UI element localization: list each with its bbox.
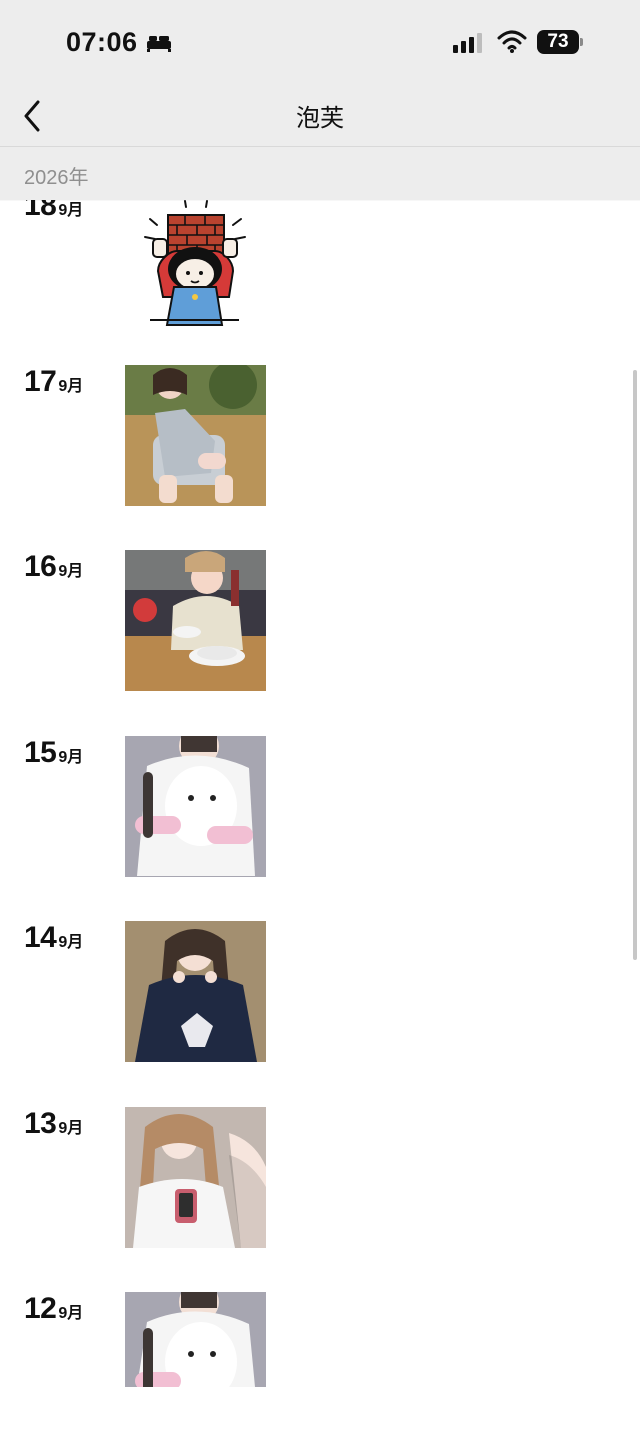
- battery-cap: [580, 38, 583, 46]
- signal-icon: [453, 33, 482, 53]
- day-number: 16: [24, 550, 57, 583]
- post-thumbnail[interactable]: [125, 1107, 266, 1248]
- post-thumbnail[interactable]: [125, 1292, 266, 1387]
- header: 07:06 73 泡芙 2026年: [0, 0, 640, 200]
- month-label: 9月: [58, 378, 84, 395]
- list-item[interactable]: 13 9月: [0, 1107, 640, 1257]
- date-label: 13 9月: [24, 1107, 83, 1141]
- status-time: 07:06: [66, 27, 138, 57]
- month-label: 9月: [58, 563, 84, 580]
- photo-image: [125, 1292, 266, 1387]
- day-number: 13: [24, 1107, 57, 1140]
- month-label: 9月: [58, 1120, 84, 1137]
- date-label: 14 9月: [24, 921, 83, 955]
- year-header: 2026年: [0, 147, 640, 200]
- wifi-icon: [497, 30, 527, 53]
- list-item[interactable]: 12 9月: [0, 1292, 640, 1442]
- post-thumbnail[interactable]: [125, 550, 266, 691]
- post-thumbnail[interactable]: [125, 365, 266, 506]
- day-number: 14: [24, 921, 57, 954]
- cartoon-image: [125, 189, 266, 330]
- date-label: 17 9月: [24, 365, 83, 399]
- month-label: 9月: [58, 934, 84, 951]
- photo-image: [125, 921, 266, 1062]
- date-label: 16 9月: [24, 550, 83, 584]
- list-item[interactable]: 17 9月: [0, 365, 640, 515]
- list-item[interactable]: 18 9月: [0, 189, 640, 339]
- list-item[interactable]: 14 9月: [0, 921, 640, 1071]
- moments-feed[interactable]: 18 9月 17 9月 16 9月 15 9月 14 9月 13 9月 12 9…: [0, 0, 640, 1387]
- photo-image: [125, 736, 266, 877]
- photo-image: [125, 550, 266, 691]
- status-bar: 07:06 73: [0, 0, 640, 86]
- day-number: 12: [24, 1292, 57, 1325]
- post-thumbnail[interactable]: [125, 736, 266, 877]
- year-label: 2026年: [24, 167, 89, 189]
- post-thumbnail[interactable]: [125, 921, 266, 1062]
- day-number: 17: [24, 365, 57, 398]
- month-label: 9月: [58, 749, 84, 766]
- month-label: 9月: [58, 202, 84, 219]
- day-number: 15: [24, 736, 57, 769]
- post-thumbnail[interactable]: [125, 189, 266, 330]
- battery-icon: 73: [537, 30, 585, 54]
- bed-icon: [147, 36, 171, 52]
- scrollbar[interactable]: [633, 370, 637, 960]
- month-label: 9月: [58, 1305, 84, 1322]
- photo-image: [125, 1107, 266, 1248]
- date-label: 12 9月: [24, 1292, 83, 1326]
- nav-bar: 泡芙: [0, 86, 640, 146]
- list-item[interactable]: 15 9月: [0, 736, 640, 886]
- photo-image: [125, 365, 266, 506]
- battery-level: 73: [537, 30, 579, 54]
- date-label: 15 9月: [24, 736, 83, 770]
- page-title: 泡芙: [296, 105, 344, 132]
- list-item[interactable]: 16 9月: [0, 550, 640, 700]
